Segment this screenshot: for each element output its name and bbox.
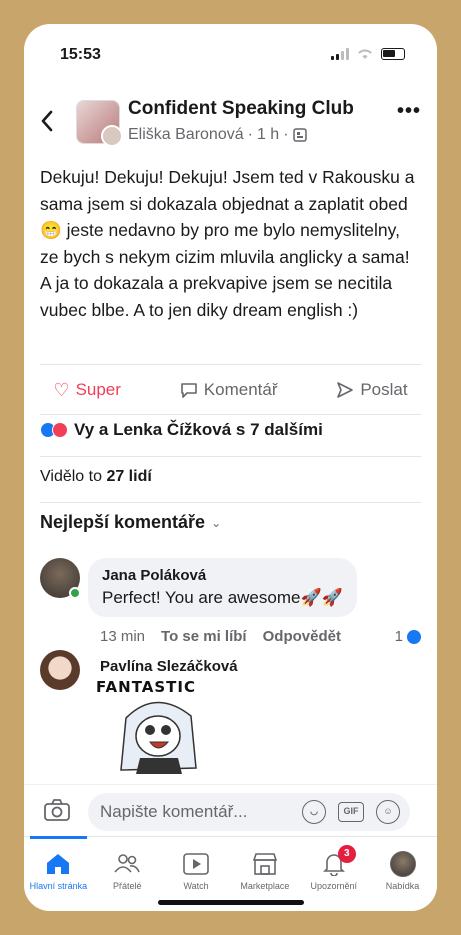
super-label: Super <box>75 380 121 399</box>
seen-number: 27 lidí <box>106 468 152 485</box>
tab-home[interactable]: Hlavní stránka <box>24 836 93 911</box>
menu-avatar-icon <box>389 851 416 877</box>
comment-reaction-count[interactable]: 1 <box>395 628 421 645</box>
comment-like-button[interactable]: To se mi líbí <box>161 628 247 645</box>
comments-sort-dropdown[interactable]: Nejlepší komentáře ⌄ <box>40 512 221 533</box>
heart-icon: ♡ <box>53 379 70 400</box>
avatar[interactable] <box>40 650 80 690</box>
meta-separator: · <box>283 126 289 143</box>
comment-author[interactable]: Jana Poláková <box>102 567 343 584</box>
meta-separator: · <box>247 126 253 143</box>
comment-time: 13 min <box>100 628 146 645</box>
tab-label: Nabídka <box>385 881 420 891</box>
wifi-icon <box>358 49 372 59</box>
comment-author[interactable]: Pavlína Slezáčková <box>100 658 238 675</box>
avatar[interactable] <box>40 558 81 599</box>
tab-label: Upozornění <box>310 881 357 891</box>
status-bar: 15:53 <box>24 24 437 80</box>
tab-menu[interactable]: Nabídka <box>368 837 437 911</box>
tab-label: Hlavní stránka <box>29 881 88 891</box>
comment-placeholder: Napište komentář... <box>100 802 248 821</box>
comment-reply-button[interactable]: Odpovědět <box>263 628 341 645</box>
signal-icon <box>331 48 349 60</box>
home-indicator[interactable] <box>158 900 304 905</box>
status-time: 15:53 <box>60 46 101 63</box>
super-button[interactable]: ♡ Super <box>53 380 121 401</box>
chevron-down-icon: ⌄ <box>211 515 222 530</box>
comment-icon <box>180 383 197 398</box>
post-actions: ♡ Super Komentář Poslat <box>24 372 437 408</box>
share-label: Poslat <box>360 380 408 399</box>
divider <box>40 502 421 503</box>
notification-badge: 3 <box>337 845 356 863</box>
comment-text: Perfect! You are awesome🚀🚀 <box>102 588 343 607</box>
reactions-summary[interactable]: Vy a Lenka Čížková s 7 dalšími <box>40 420 323 440</box>
group-name[interactable]: Confident Speaking Club <box>128 98 354 120</box>
divider <box>40 414 421 415</box>
like-reaction-icon <box>407 629 421 644</box>
share-button[interactable]: Poslat <box>336 380 408 400</box>
home-icon <box>47 854 70 874</box>
author-avatar <box>101 125 123 147</box>
comment-label: Komentář <box>203 380 278 399</box>
composer-icons: ◡ GIF ☺ <box>302 800 400 824</box>
comment-item: Jana Poláková Perfect! You are awesome🚀🚀… <box>40 558 421 658</box>
comments-header: Nejlepší komentáře <box>40 512 206 532</box>
tab-notifications[interactable]: 3 Upozornění <box>299 837 368 911</box>
comment-meta: 13 min To se mi líbí Odpovědět <box>100 628 341 645</box>
group-avatar[interactable] <box>76 100 123 147</box>
marketplace-icon <box>252 853 278 875</box>
love-reaction-icon <box>52 422 68 438</box>
reactions-text: Vy a Lenka Čížková s 7 dalšími <box>74 420 323 439</box>
camera-icon[interactable] <box>44 799 70 821</box>
phone-screen: 15:53 Confident Speaking Club Eliška Bar… <box>24 24 437 911</box>
comment-bubble[interactable]: Jana Poláková Perfect! You are awesome🚀🚀 <box>88 558 357 617</box>
back-icon[interactable] <box>40 108 60 139</box>
status-icons <box>331 48 405 60</box>
post-age[interactable]: 1 h <box>257 126 279 144</box>
gif-icon[interactable]: GIF <box>338 802 364 822</box>
online-status-dot <box>69 587 81 599</box>
comment-reaction-number: 1 <box>394 628 403 645</box>
tab-label: Marketplace <box>240 881 290 891</box>
post-text: Dekuju! Dekuju! Dekuju! Jsem ted v Rakou… <box>40 167 415 320</box>
tab-friends[interactable]: Přátelé <box>93 837 162 911</box>
divider <box>40 456 421 457</box>
emoji-icon[interactable]: ☺ <box>376 800 400 824</box>
seen-count[interactable]: Vidělo to 27 lidí <box>40 468 152 486</box>
comment-button[interactable]: Komentář <box>180 380 278 400</box>
battery-icon <box>381 48 405 60</box>
divider <box>40 364 421 365</box>
reaction-icons <box>40 422 68 438</box>
more-options-icon[interactable]: ••• <box>397 100 421 123</box>
sticker-image[interactable]: FANTASTIC <box>96 678 216 780</box>
comment-item: Pavlína Slezáčková FANTASTIC <box>40 650 421 780</box>
post-meta: Eliška Baronová · 1 h · <box>128 126 307 144</box>
post-author[interactable]: Eliška Baronová <box>128 126 244 144</box>
sticker-caption: FANTASTIC <box>96 678 196 696</box>
tab-label: Přátelé <box>112 881 142 891</box>
comment-composer: Napište komentář... ◡ GIF ☺ <box>24 784 437 836</box>
tab-label: Watch <box>183 881 209 891</box>
avatar-sticker-icon[interactable]: ◡ <box>302 800 326 824</box>
send-icon <box>337 382 354 398</box>
watch-icon <box>183 853 209 875</box>
friends-icon <box>114 854 140 873</box>
comment-input[interactable]: Napište komentář... ◡ GIF ☺ <box>88 793 410 831</box>
post-header: Confident Speaking Club Eliška Baronová … <box>24 96 437 156</box>
seen-prefix: Vidělo to <box>40 468 102 485</box>
group-privacy-icon <box>292 128 307 142</box>
